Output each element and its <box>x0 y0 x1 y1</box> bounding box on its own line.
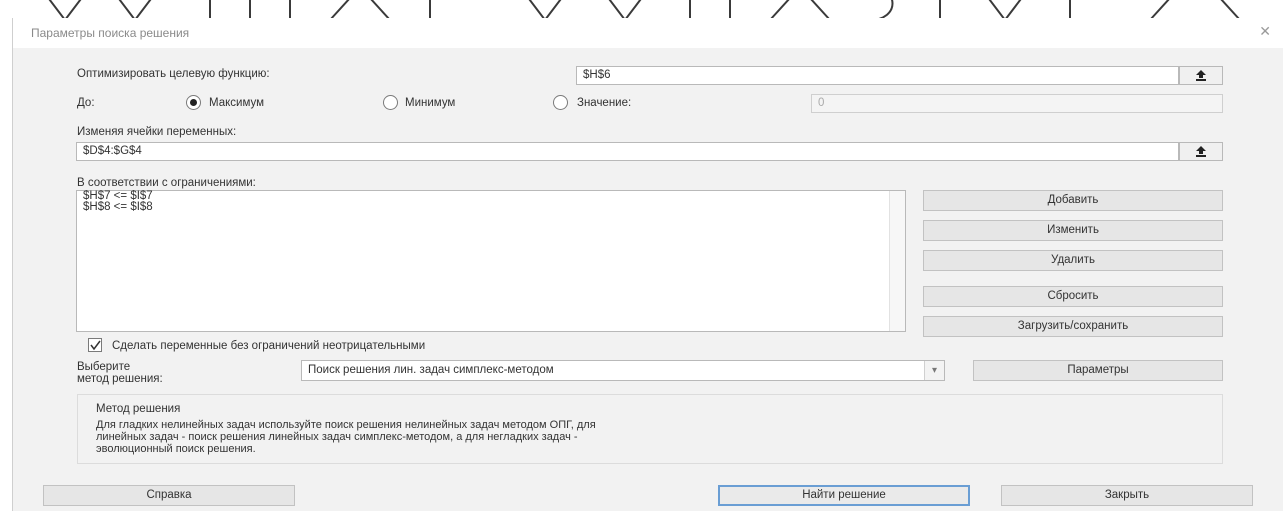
radio-max[interactable] <box>186 95 201 110</box>
method-info-line2: линейных задач - поиск решения линейных … <box>96 431 578 443</box>
dialog-title: Параметры поиска решения <box>31 26 190 40</box>
nonnegative-checkbox[interactable] <box>88 338 102 352</box>
objective-ref-button[interactable] <box>1179 66 1223 85</box>
constraints-label: В соответствии с ограничениями: <box>77 177 256 189</box>
reset-button[interactable]: Сбросить <box>923 286 1223 307</box>
method-info-title: Метод решения <box>96 403 181 415</box>
load-save-button[interactable]: Загрузить/сохранить <box>923 316 1223 337</box>
radio-value[interactable] <box>553 95 568 110</box>
variables-input[interactable]: $D$4:$G$4 <box>76 142 1179 161</box>
method-label-line2: метод решения: <box>77 373 163 385</box>
title-bar: Параметры поиска решения ✕ <box>13 18 1283 48</box>
radio-min-label: Минимум <box>405 97 456 109</box>
change-button[interactable]: Изменить <box>923 220 1223 241</box>
close-button[interactable]: Закрыть <box>1001 485 1253 506</box>
add-button[interactable]: Добавить <box>923 190 1223 211</box>
collapse-dialog-icon <box>1196 70 1206 81</box>
variables-ref-button[interactable] <box>1179 142 1223 161</box>
checkmark-icon <box>90 340 101 351</box>
constraints-list[interactable]: $H$7 <= $I$7 $H$8 <= $I$8 <box>76 190 906 332</box>
value-of-value: 0 <box>818 97 825 109</box>
radio-max-label: Максимум <box>209 97 265 109</box>
variables-label: Изменяя ячейки переменных: <box>77 126 237 138</box>
method-info-text: Для гладких нелинейных задач используйте… <box>96 419 1196 455</box>
list-item[interactable]: $H$7 <= $I$7 <box>77 190 905 202</box>
help-button[interactable]: Справка <box>43 485 295 506</box>
delete-button[interactable]: Удалить <box>923 250 1223 271</box>
value-of-input[interactable]: 0 <box>811 94 1223 113</box>
method-label-line1: Выберите <box>77 361 131 373</box>
radio-value-label: Значение: <box>577 97 632 109</box>
nonnegative-label: Сделать переменные без ограничений неотр… <box>112 340 426 352</box>
objective-value: $H$6 <box>583 69 611 81</box>
close-icon[interactable]: ✕ <box>1259 23 1271 40</box>
method-info-line3: эволюционный поиск решения. <box>96 443 256 455</box>
method-info-group: Метод решения Для гладких нелинейных зад… <box>77 394 1223 464</box>
solve-button[interactable]: Найти решение <box>718 485 970 506</box>
method-info-line1: Для гладких нелинейных задач используйте… <box>96 419 596 431</box>
method-select[interactable]: Поиск решения лин. задач симплекс-методо… <box>301 360 945 381</box>
solver-parameters-dialog: Параметры поиска решения ✕ Оптимизироват… <box>12 18 1283 511</box>
chevron-down-icon[interactable]: ▾ <box>924 361 944 380</box>
variables-value: $D$4:$G$4 <box>83 145 142 157</box>
collapse-dialog-icon <box>1196 146 1206 157</box>
options-button[interactable]: Параметры <box>973 360 1223 381</box>
to-label: До: <box>77 97 95 109</box>
list-item[interactable]: $H$8 <= $I$8 <box>77 201 905 213</box>
radio-min[interactable] <box>383 95 398 110</box>
constraints-scrollbar[interactable] <box>889 191 905 331</box>
objective-label: Оптимизировать целевую функцию: <box>77 68 270 80</box>
objective-input[interactable]: $H$6 <box>576 66 1179 85</box>
method-selected: Поиск решения лин. задач симплекс-методо… <box>308 364 554 376</box>
